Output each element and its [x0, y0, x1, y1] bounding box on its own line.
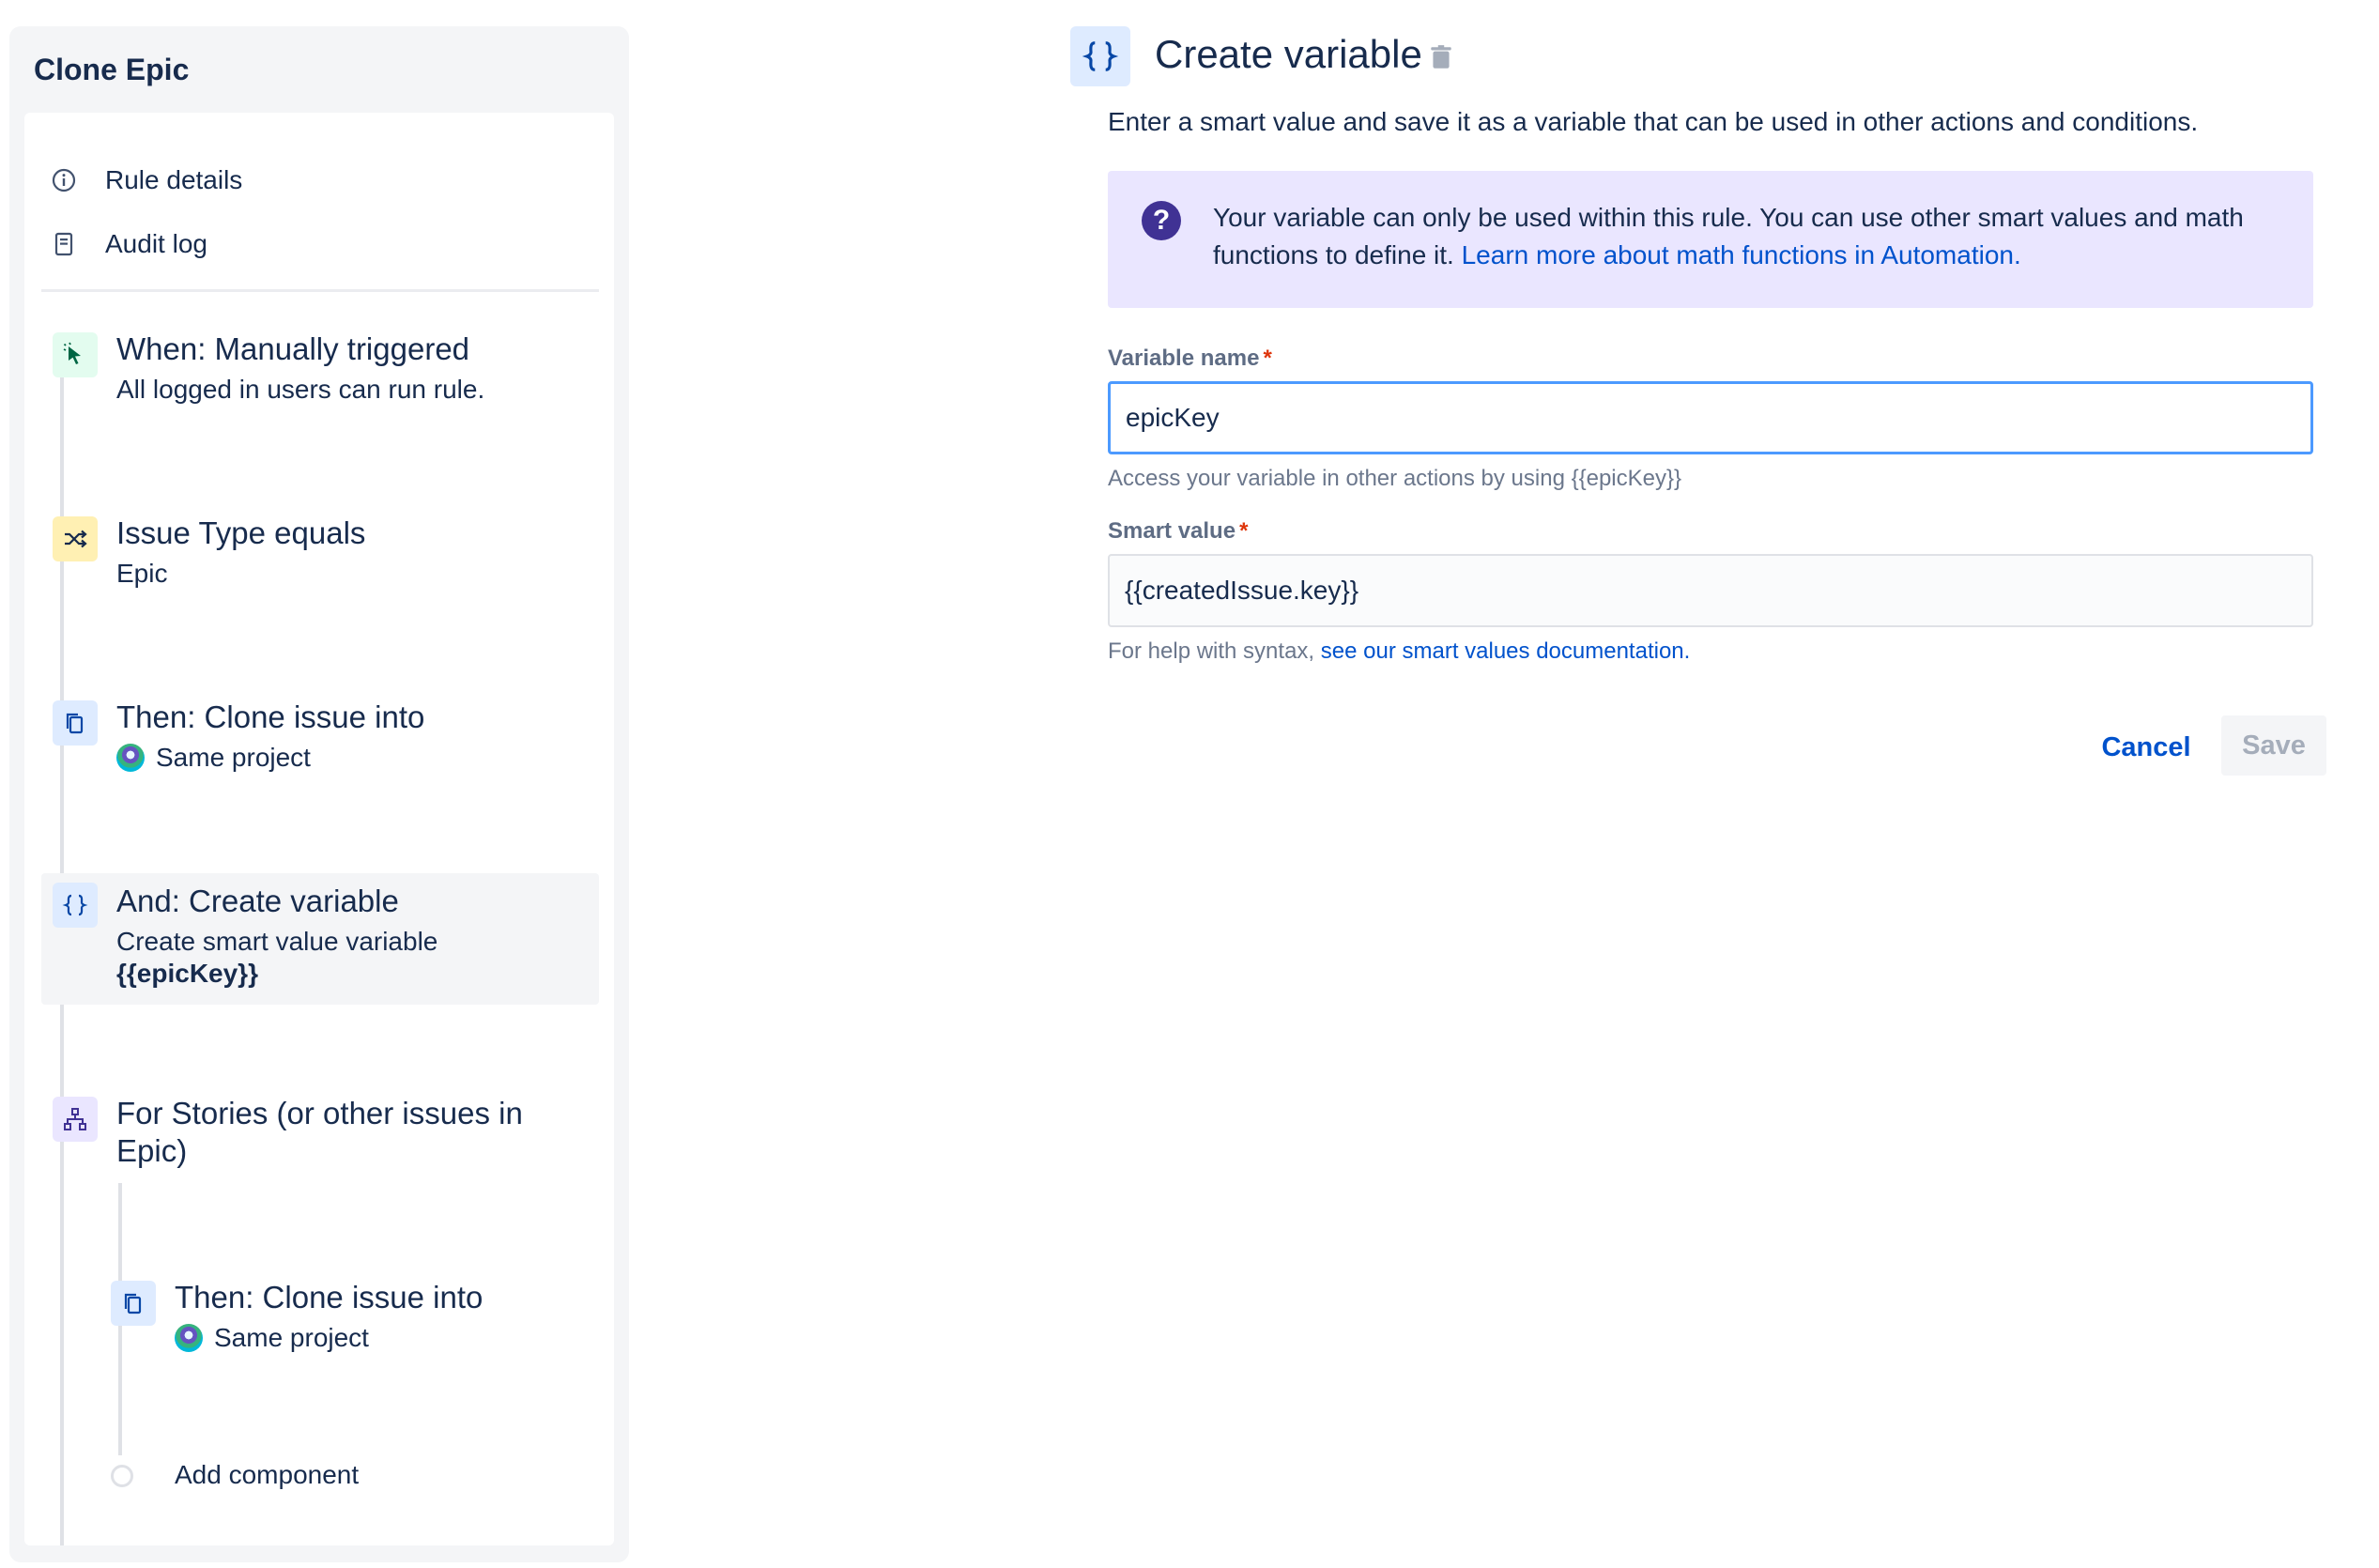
hierarchy-icon — [53, 1097, 98, 1142]
input-value: {{createdIssue.key}} — [1125, 576, 1359, 605]
step-title-line1: For Stories (or other issues in — [116, 1096, 523, 1130]
menu-item-label: Audit log — [105, 229, 207, 258]
info-message: ? Your variable can only be used within … — [1108, 171, 2313, 308]
step-nested-clone-issue[interactable]: Then: Clone issue into Same project — [100, 1269, 599, 1373]
rule-component-list: Rule details Audit log When: Manually tr… — [24, 113, 614, 1545]
step-title: When: Manually triggered — [116, 331, 470, 366]
project-label: Same project — [175, 1322, 369, 1354]
math-functions-link[interactable]: Learn more about math functions in Autom… — [1462, 240, 2021, 269]
required-marker: * — [1263, 346, 1272, 371]
input-value: epicKey — [1126, 403, 1220, 432]
step-clone-issue[interactable]: Then: Clone issue into Same project — [41, 689, 599, 792]
step-create-variable[interactable]: And: Create variable Create smart value … — [41, 873, 599, 1005]
braces-icon — [53, 883, 98, 928]
step-title: And: Create variable — [116, 884, 399, 918]
smart-values-docs-link[interactable]: see our smart values documentation. — [1321, 638, 1691, 664]
variable-name-label: Variable name * — [1108, 346, 1272, 372]
info-text: Your variable can only be used within th… — [1213, 199, 2274, 274]
shuffle-icon — [53, 516, 98, 561]
step-subtitle: Same project — [156, 743, 311, 772]
step-title: Then: Clone issue into — [116, 699, 425, 734]
save-button[interactable]: Save — [2221, 715, 2326, 776]
smart-value-help: For help with syntax, see our smart valu… — [1108, 638, 1690, 665]
menu-item-audit-log[interactable]: Audit log — [51, 225, 207, 263]
braces-icon — [1070, 26, 1130, 86]
cancel-button[interactable]: Cancel — [2090, 717, 2202, 777]
step-subtitle: All logged in users can run rule. — [116, 375, 485, 404]
step-title-line2: Epic) — [116, 1133, 188, 1168]
step-title: Issue Type equals — [116, 515, 366, 550]
copy-icon — [111, 1281, 156, 1326]
project-avatar — [116, 744, 145, 772]
variable-name-input[interactable]: epicKey — [1108, 381, 2313, 454]
document-icon — [51, 231, 77, 257]
page-title: Create variable — [1155, 32, 1422, 76]
add-component-button[interactable]: Add component — [100, 1453, 599, 1500]
step-subtitle: Create smart value variable — [116, 927, 438, 956]
project-avatar — [175, 1324, 203, 1352]
copy-icon — [53, 700, 98, 746]
step-issue-type-condition[interactable]: Issue Type equals Epic — [41, 505, 599, 608]
question-icon: ? — [1142, 201, 1181, 240]
add-circle-icon — [111, 1465, 133, 1487]
form-description: Enter a smart value and save it as a var… — [1108, 107, 2199, 136]
step-manual-trigger[interactable]: When: Manually triggered All logged in u… — [41, 321, 599, 424]
step-title: Then: Clone issue into — [175, 1280, 483, 1314]
divider — [41, 289, 599, 292]
help-text: For help with syntax, — [1108, 638, 1321, 664]
rule-panel: Clone Epic Rule details Audit log When: … — [9, 26, 629, 1562]
add-component-label: Add component — [175, 1460, 360, 1489]
trash-icon[interactable] — [1427, 43, 1455, 71]
step-variable-name: {{epicKey}} — [116, 959, 258, 988]
step-subtitle: Same project — [214, 1323, 369, 1352]
variable-name-help: Access your variable in other actions by… — [1108, 466, 1682, 491]
project-label: Same project — [116, 742, 311, 774]
step-subtitle: Epic — [116, 559, 168, 588]
smart-value-input[interactable]: {{createdIssue.key}} — [1108, 554, 2313, 627]
menu-item-rule-details[interactable]: Rule details — [51, 161, 242, 199]
menu-item-label: Rule details — [105, 165, 243, 194]
step-branch-stories[interactable]: For Stories (or other issues in Epic) — [41, 1085, 599, 1189]
cursor-click-icon — [53, 332, 98, 377]
smart-value-label: Smart value * — [1108, 518, 1248, 545]
info-icon — [51, 167, 77, 193]
required-marker: * — [1239, 518, 1249, 544]
label-text: Smart value — [1108, 518, 1236, 544]
rule-title: Clone Epic — [34, 53, 190, 86]
label-text: Variable name — [1108, 346, 1260, 371]
